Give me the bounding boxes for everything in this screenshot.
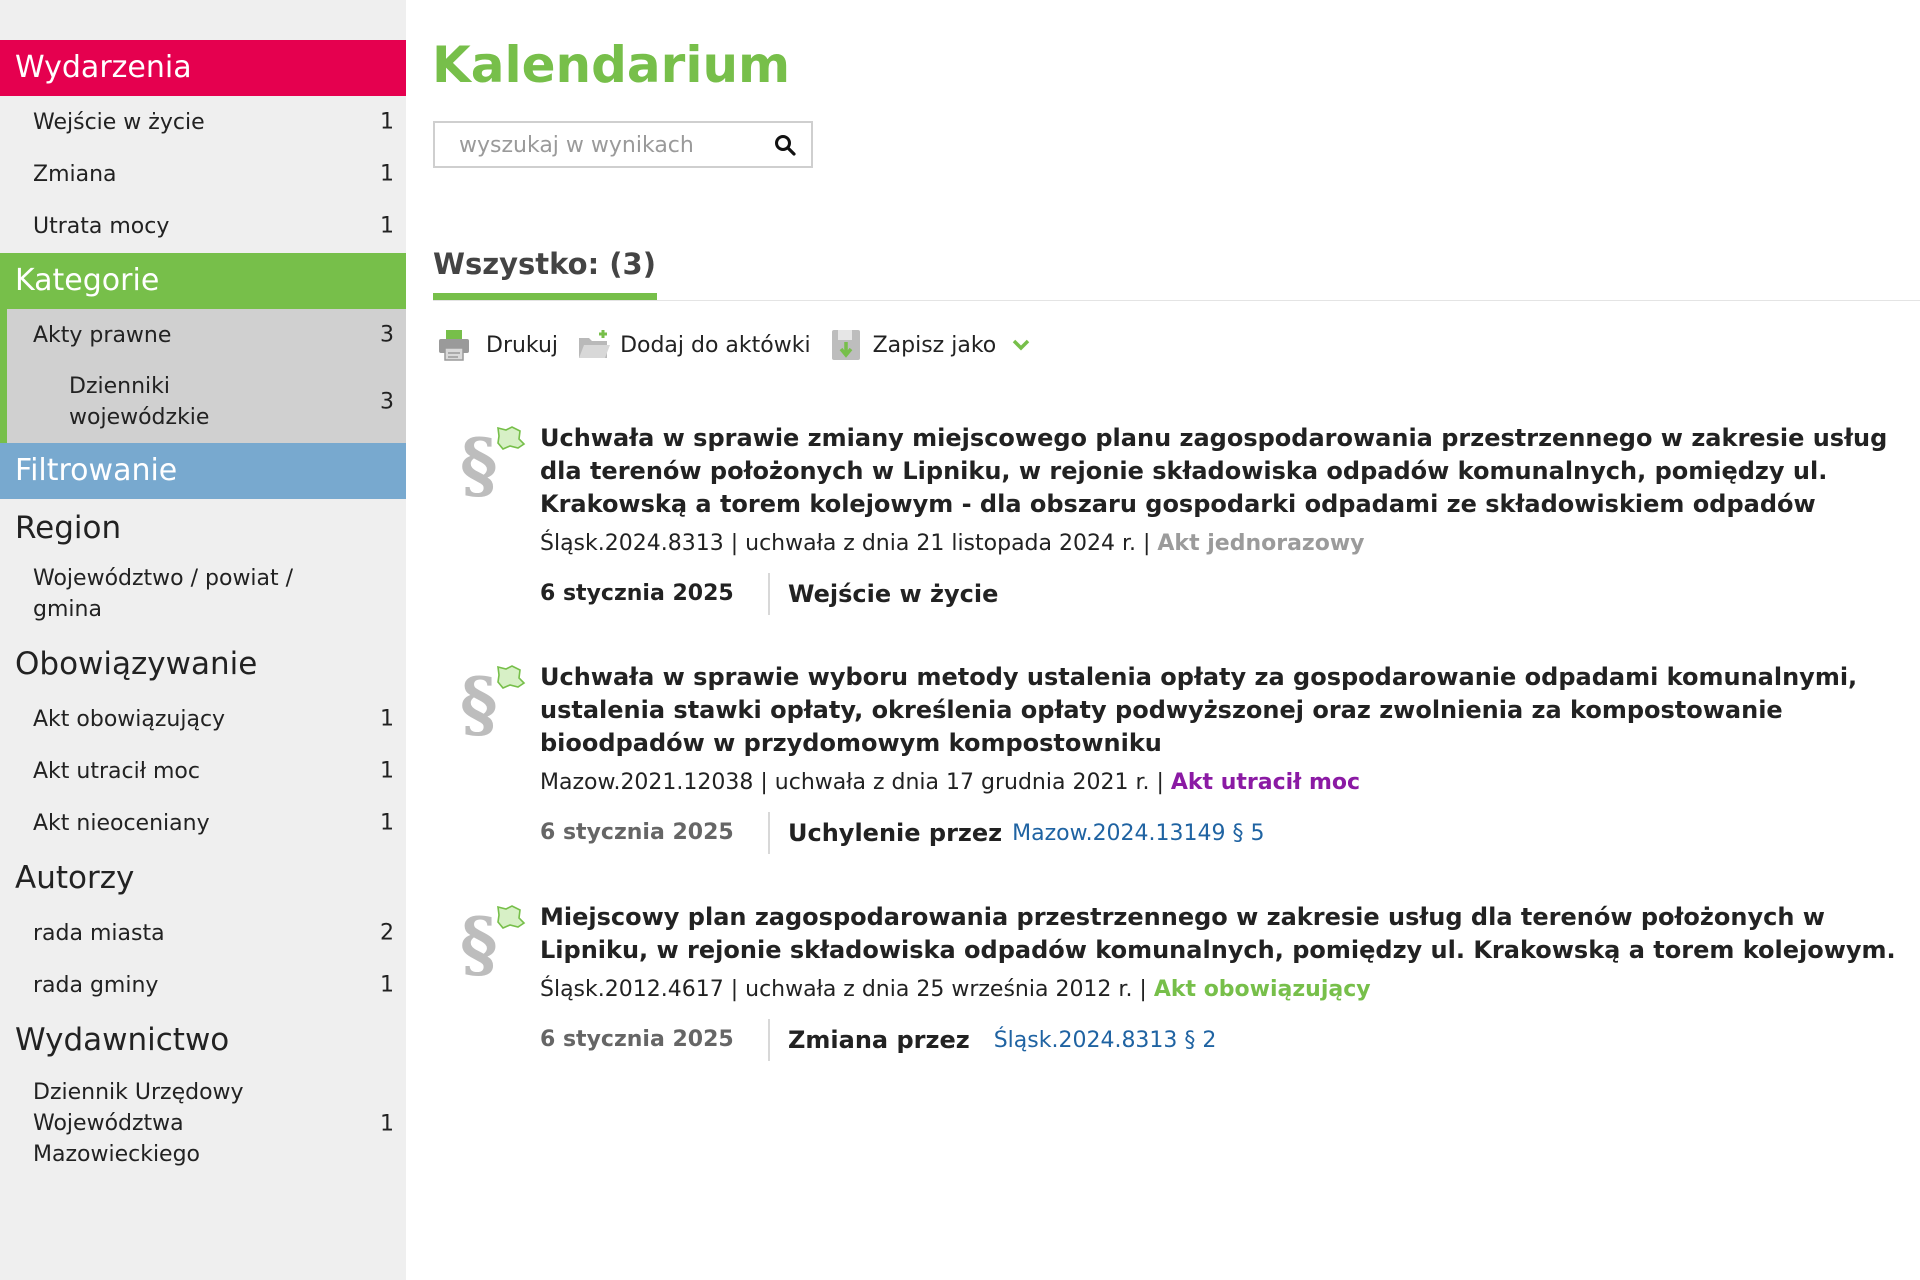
event-date: 6 stycznia 2025 <box>540 812 770 854</box>
section-header-events: Wydarzenia <box>0 40 406 96</box>
sidebar-item-entry-into-force[interactable]: Wejście w życie 1 <box>0 96 406 148</box>
map-icon <box>497 426 526 450</box>
add-to-briefcase-button[interactable]: Dodaj do aktówki <box>576 327 811 363</box>
status-badge: Akt utracił moc <box>1170 770 1361 795</box>
add-label: Dodaj do aktówki <box>620 332 811 358</box>
page-title: Kalendarium <box>432 36 791 94</box>
save-as-button[interactable]: Zapisz jako <box>829 327 1041 363</box>
result-reference: Śląsk.2012.4617 | uchwała z dnia 25 wrze… <box>540 977 1147 1002</box>
result-title[interactable]: Uchwała w sprawie zmiany miejscowego pla… <box>540 422 1920 521</box>
sidebar-item-mazowieckie-journal[interactable]: Dziennik Urzędowy Województwa Mazowiecki… <box>0 1069 406 1178</box>
sidebar-item-label: Akt nieoceniany <box>33 810 210 836</box>
map-icon <box>497 665 526 689</box>
filter-group-publisher: Wydawnictwo <box>15 1022 230 1058</box>
toolbar: Drukuj Dodaj do aktówki Zapisz jako <box>436 322 1058 368</box>
sidebar-item-count: 3 <box>380 322 394 348</box>
chevron-down-icon[interactable] <box>1010 334 1032 356</box>
svg-text:§: § <box>460 663 498 743</box>
event-link[interactable]: Śląsk.2024.8313 § 2 <box>994 1028 1217 1053</box>
sidebar-item-count: 2 <box>380 920 394 946</box>
event-date: 6 stycznia 2025 <box>540 1019 770 1061</box>
sidebar-item-legal-acts[interactable]: Akty prawne 3 <box>7 309 406 361</box>
event-row: 6 stycznia 2025 Uchylenie przez Mazow.20… <box>540 812 1920 854</box>
sidebar-item-count: 3 <box>380 389 394 415</box>
section-header-categories: Kategorie <box>0 253 406 309</box>
result-meta: Mazow.2021.12038 | uchwała z dnia 17 gru… <box>540 768 1920 798</box>
paragraph-icon: § <box>460 903 526 983</box>
categories-list: Akty prawne 3 Dzienniki wojewódzkie 3 <box>0 309 406 443</box>
print-label: Drukuj <box>486 332 559 358</box>
event-row: 6 stycznia 2025 Zmiana przez Śląsk.2024.… <box>540 1019 1920 1061</box>
sidebar-item-act-unassessed[interactable]: Akt nieoceniany 1 <box>0 797 406 849</box>
result-meta: Śląsk.2024.8313 | uchwała z dnia 21 list… <box>540 529 1920 559</box>
map-icon <box>497 905 526 929</box>
result-title[interactable]: Uchwała w sprawie wyboru metody ustaleni… <box>540 661 1920 760</box>
sidebar-item-count: 1 <box>380 706 394 732</box>
result-meta: Śląsk.2012.4617 | uchwała z dnia 25 wrze… <box>540 975 1920 1005</box>
sidebar-item-label: Zmiana <box>33 161 117 187</box>
sidebar-item-region-picker[interactable]: Województwo / powiat / gmina <box>0 557 406 635</box>
sidebar-item-label: rada miasta <box>33 920 165 946</box>
print-button[interactable]: Drukuj <box>436 327 558 363</box>
save-label: Zapisz jako <box>872 332 997 358</box>
folder-icon <box>579 330 611 358</box>
sidebar-item-change[interactable]: Zmiana 1 <box>0 148 406 200</box>
event-link[interactable]: Mazow.2024.13149 § 5 <box>1012 821 1264 846</box>
sidebar-item-label: Dziennik Urzędowy Województwa Mazowiecki… <box>33 1080 244 1167</box>
search-icon[interactable] <box>773 133 797 157</box>
sidebar-item-count: 1 <box>380 161 394 187</box>
sidebar-item-loss-of-force[interactable]: Utrata mocy 1 <box>0 200 406 252</box>
svg-text:§: § <box>460 424 498 504</box>
sidebar-item-label: Akt utracił moc <box>33 758 200 784</box>
sidebar-item-commune-council[interactable]: rada gminy 1 <box>0 959 406 1011</box>
status-badge: Akt jednorazowy <box>1157 531 1365 556</box>
sidebar-item-act-expired[interactable]: Akt utracił moc 1 <box>0 745 406 797</box>
result-reference: Śląsk.2024.8313 | uchwała z dnia 21 list… <box>540 531 1151 556</box>
sidebar-item-label: Województwo / powiat / gmina <box>33 566 294 622</box>
sidebar: Wydarzenia Wejście w życie 1 Zmiana 1 Ut… <box>0 0 406 1280</box>
sidebar-item-city-council[interactable]: rada miasta 2 <box>0 907 406 959</box>
printer-icon <box>439 330 469 361</box>
sidebar-item-label: Akt obowiązujący <box>33 706 226 732</box>
sidebar-item-count: 1 <box>380 810 394 836</box>
save-icon <box>831 330 860 360</box>
sidebar-item-count: 1 <box>380 213 394 239</box>
tab-all[interactable]: Wszystko: (3) <box>433 238 657 300</box>
sidebar-item-count: 1 <box>380 109 394 135</box>
filter-group-validity: Obowiązywanie <box>15 646 258 682</box>
filter-group-region: Region <box>15 510 122 546</box>
sidebar-item-label: Dzienniki wojewódzkie <box>69 374 210 430</box>
filter-group-authors: Autorzy <box>15 860 135 896</box>
section-header-filtering: Filtrowanie <box>0 443 406 499</box>
sidebar-item-count: 1 <box>380 758 394 784</box>
event-row: 6 stycznia 2025 Wejście w życie <box>540 573 1920 615</box>
event-type: Wejście w życie <box>788 580 999 608</box>
svg-text:§: § <box>460 903 498 983</box>
sidebar-item-label: Akty prawne <box>33 322 172 348</box>
result-reference: Mazow.2021.12038 | uchwała z dnia 17 gru… <box>540 770 1164 795</box>
sidebar-item-count: 1 <box>380 972 394 998</box>
event-type: Uchylenie przez <box>788 819 1003 847</box>
main-content: Kalendarium Wszystko: (3) Drukuj <box>406 0 1920 1280</box>
sidebar-item-label: Wejście w życie <box>33 109 205 135</box>
sidebar-item-count: 1 <box>380 1111 394 1136</box>
sidebar-item-label: Utrata mocy <box>33 213 170 239</box>
sidebar-item-act-valid[interactable]: Akt obowiązujący 1 <box>0 693 406 745</box>
sidebar-item-label: rada gminy <box>33 972 159 998</box>
result-title[interactable]: Miejscowy plan zagospodarowania przestrz… <box>540 901 1920 967</box>
event-date: 6 stycznia 2025 <box>540 573 770 615</box>
paragraph-icon: § <box>460 424 526 504</box>
paragraph-icon: § <box>460 663 526 743</box>
sidebar-item-voivodeship-journals[interactable]: Dzienniki wojewódzkie 3 <box>7 361 406 443</box>
status-badge: Akt obowiązujący <box>1153 977 1371 1002</box>
search-input[interactable] <box>435 123 781 168</box>
tab-bar: Wszystko: (3) <box>433 238 1920 301</box>
search-box <box>433 121 813 168</box>
event-type: Zmiana przez <box>788 1026 970 1054</box>
